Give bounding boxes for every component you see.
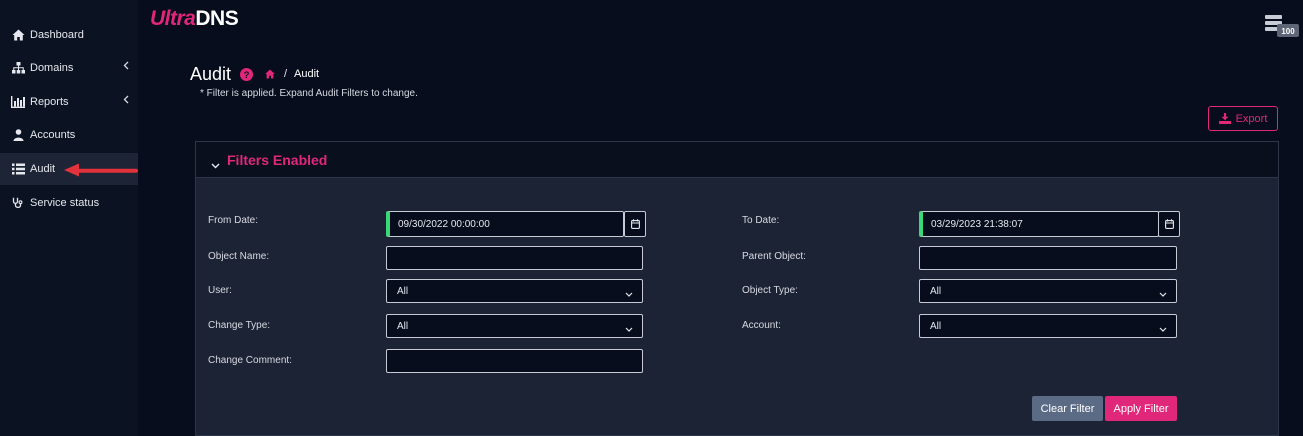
sidebar-item-label: Service status (30, 197, 100, 209)
from-date-label: From Date: (208, 215, 259, 226)
sidebar-item-label: Audit (30, 163, 56, 175)
to-date-calendar-button[interactable] (1158, 211, 1180, 237)
filters-title: Filters Enabled (227, 152, 328, 168)
help-icon[interactable]: ? (240, 68, 253, 81)
home-icon (11, 28, 25, 42)
from-date-calendar-button[interactable] (624, 211, 646, 237)
calendar-icon (1164, 219, 1174, 229)
sidebar-item-label: Reports (30, 96, 69, 108)
sidebar-item-label: Domains (30, 62, 74, 74)
chevron-down-icon (1159, 289, 1167, 300)
filters-panel: Filters Enabled From Date: 09/30/2022 00… (195, 141, 1279, 436)
server-count-icon[interactable]: 100 (1263, 14, 1299, 38)
chevron-down-icon (1159, 324, 1167, 335)
sidebar-item-domains[interactable]: Domains (0, 52, 138, 84)
sidebar-item-label: Accounts (30, 129, 76, 141)
sitemap-icon (11, 61, 25, 75)
chevron-down-icon (625, 324, 633, 335)
breadcrumb-separator: / (284, 68, 288, 80)
parent-object-input[interactable] (919, 246, 1177, 270)
object-type-label: Object Type: (742, 285, 798, 296)
chevron-down-icon (625, 289, 633, 300)
list-icon (11, 162, 25, 176)
change-comment-input[interactable] (386, 349, 643, 373)
chevron-left-icon (123, 95, 129, 107)
user-select[interactable]: All (386, 279, 643, 303)
to-date-label: To Date: (742, 215, 780, 226)
user-label: User: (208, 285, 232, 296)
sidebar-item-dashboard[interactable]: Dashboard (0, 19, 138, 51)
change-type-select[interactable]: All (386, 314, 643, 338)
chevron-down-icon (211, 156, 220, 174)
user-icon (11, 128, 25, 142)
annotation-arrow (64, 163, 138, 177)
export-button[interactable]: Export (1208, 106, 1278, 131)
account-select[interactable]: All (919, 314, 1177, 338)
svg-text:?: ? (244, 70, 250, 81)
object-type-select[interactable]: All (919, 279, 1177, 303)
clear-filter-button[interactable]: Clear Filter (1032, 396, 1103, 421)
sidebar-item-service-status[interactable]: Service status (0, 187, 138, 219)
logo[interactable]: UltraDNS (150, 7, 239, 31)
sidebar-item-reports[interactable]: Reports (0, 86, 138, 118)
server-count-badge: 100 (1281, 27, 1295, 36)
page-title: Audit (190, 64, 232, 84)
stethoscope-icon (11, 196, 25, 210)
sidebar-item-label: Dashboard (30, 29, 84, 41)
to-date-field[interactable]: 03/29/2023 21:38:07 (919, 211, 1159, 237)
object-name-label: Object Name: (208, 251, 270, 262)
change-comment-label: Change Comment: (208, 355, 292, 366)
apply-filter-button[interactable]: Apply Filter (1105, 396, 1177, 421)
chevron-left-icon (123, 61, 129, 73)
account-label: Account: (742, 320, 781, 331)
breadcrumb-home-icon[interactable] (265, 69, 275, 79)
object-name-input[interactable] (386, 246, 643, 270)
breadcrumb-current: Audit (294, 68, 320, 80)
parent-object-label: Parent Object: (742, 251, 806, 262)
sidebar: Dashboard Domains Reports Accounts Audit (0, 0, 138, 436)
sidebar-item-accounts[interactable]: Accounts (0, 119, 138, 151)
calendar-icon (630, 219, 640, 229)
from-date-field[interactable]: 09/30/2022 00:00:00 (386, 211, 624, 237)
download-icon (1218, 113, 1231, 124)
change-type-label: Change Type: (208, 320, 271, 331)
bar-chart-icon (11, 95, 25, 109)
filters-panel-header[interactable]: Filters Enabled (196, 142, 1278, 178)
filter-note: * Filter is applied. Expand Audit Filter… (200, 88, 418, 99)
